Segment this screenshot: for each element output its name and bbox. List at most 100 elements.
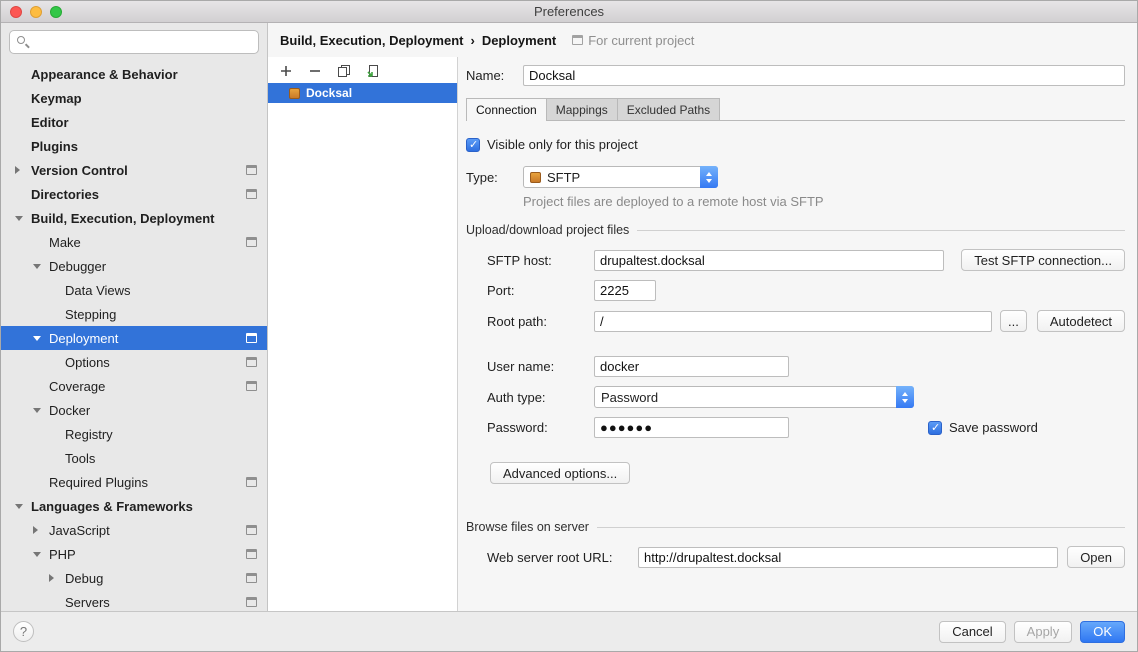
save-password-checkbox[interactable] — [928, 421, 942, 435]
cancel-button[interactable]: Cancel — [939, 621, 1005, 643]
window-title: Preferences — [534, 4, 604, 19]
chevron-down-icon[interactable] — [33, 264, 41, 269]
settings-search-input[interactable] — [9, 30, 259, 54]
sidebar-item-languages-frameworks[interactable]: Languages & Frameworks — [1, 494, 267, 518]
scope-indicator: For current project — [572, 33, 694, 48]
breadcrumb-separator: › — [463, 33, 481, 48]
test-sftp-connection-button[interactable]: Test SFTP connection... — [961, 249, 1125, 271]
visible-only-row: Visible only for this project — [466, 137, 1125, 152]
type-row: Type: SFTP — [466, 166, 1125, 188]
sidebar-item-make[interactable]: Make — [1, 230, 267, 254]
copy-button[interactable] — [336, 63, 352, 79]
chevron-down-icon[interactable] — [33, 552, 41, 557]
breadcrumb-part-1[interactable]: Build, Execution, Deployment — [280, 33, 463, 48]
search-field-wrap — [1, 23, 267, 60]
user-name-input[interactable] — [594, 356, 789, 377]
port-input[interactable] — [594, 280, 656, 301]
chevron-down-icon[interactable] — [15, 216, 23, 221]
titlebar: Preferences — [1, 1, 1137, 23]
project-scope-icon — [246, 357, 257, 367]
sidebar-item-plugins[interactable]: Plugins — [1, 134, 267, 158]
name-label: Name: — [466, 68, 523, 83]
upload-section-header: Upload/download project files — [466, 223, 1125, 237]
sidebar-item-keymap[interactable]: Keymap — [1, 86, 267, 110]
deployment-form: Name: Connection Mappings Excluded Paths… — [458, 57, 1137, 611]
chevron-down-icon[interactable] — [15, 504, 23, 509]
sidebar-item-build-execution-deployment[interactable]: Build, Execution, Deployment — [1, 206, 267, 230]
close-button[interactable] — [10, 6, 22, 18]
apply-button[interactable]: Apply — [1014, 621, 1073, 643]
sidebar-item-required-plugins[interactable]: Required Plugins — [1, 470, 267, 494]
ok-button[interactable]: OK — [1080, 621, 1125, 643]
sidebar-item-data-views[interactable]: Data Views — [1, 278, 267, 302]
sftp-host-input[interactable] — [594, 250, 944, 271]
tab-mappings[interactable]: Mappings — [546, 98, 618, 120]
server-name: Docksal — [306, 86, 352, 100]
project-scope-icon — [246, 237, 257, 247]
project-scope-icon — [246, 525, 257, 535]
tab-connection[interactable]: Connection — [466, 98, 547, 121]
connection-tab-content: Visible only for this project Type: SFTP… — [466, 121, 1125, 568]
advanced-options-button[interactable]: Advanced options... — [490, 462, 630, 484]
chevron-down-icon[interactable] — [33, 336, 41, 341]
chevron-right-icon[interactable] — [33, 526, 38, 534]
sidebar-item-version-control[interactable]: Version Control — [1, 158, 267, 182]
browse-section-header: Browse files on server — [466, 520, 1125, 534]
zoom-button[interactable] — [50, 6, 62, 18]
sidebar-item-directories[interactable]: Directories — [1, 182, 267, 206]
server-list-toolbar — [268, 57, 457, 83]
web-root-input[interactable] — [638, 547, 1058, 568]
type-select[interactable]: SFTP — [523, 166, 718, 188]
sidebar-item-coverage[interactable]: Coverage — [1, 374, 267, 398]
autodetect-button[interactable]: Autodetect — [1037, 310, 1125, 332]
sidebar-item-php[interactable]: PHP — [1, 542, 267, 566]
sidebar-item-tools[interactable]: Tools — [1, 446, 267, 470]
sidebar-item-deployment[interactable]: Deployment — [1, 326, 267, 350]
sidebar-item-options[interactable]: Options — [1, 350, 267, 374]
scope-label: For current project — [588, 33, 694, 48]
browse-root-path-button[interactable]: ... — [1000, 310, 1027, 332]
minimize-button[interactable] — [30, 6, 42, 18]
open-button[interactable]: Open — [1067, 546, 1125, 568]
sidebar-item-registry[interactable]: Registry — [1, 422, 267, 446]
tab-excluded-paths[interactable]: Excluded Paths — [617, 98, 720, 120]
type-value: SFTP — [547, 170, 580, 185]
project-scope-icon — [246, 549, 257, 559]
password-row: Password: Save password — [466, 417, 1125, 438]
settings-tabs: Connection Mappings Excluded Paths — [466, 98, 1125, 121]
chevron-right-icon[interactable] — [15, 166, 20, 174]
root-path-label: Root path: — [487, 314, 594, 329]
chevron-down-icon[interactable] — [33, 408, 41, 413]
user-name-label: User name: — [487, 359, 594, 374]
project-scope-icon — [246, 189, 257, 199]
auth-type-value: Password — [601, 390, 658, 405]
visible-only-checkbox[interactable] — [466, 138, 480, 152]
password-input[interactable] — [594, 417, 789, 438]
name-row: Name: — [466, 65, 1125, 86]
sidebar-item-debugger[interactable]: Debugger — [1, 254, 267, 278]
auth-type-select[interactable]: Password — [594, 386, 914, 408]
sidebar-item-servers[interactable]: Servers — [1, 590, 267, 611]
name-input[interactable] — [523, 65, 1125, 86]
settings-sidebar: Appearance & Behavior Keymap Editor Plug… — [1, 23, 268, 611]
port-label: Port: — [487, 283, 594, 298]
sftp-host-row: SFTP host: Test SFTP connection... — [466, 249, 1125, 271]
help-button[interactable]: ? — [13, 621, 34, 642]
add-button[interactable] — [278, 63, 294, 79]
type-label: Type: — [466, 170, 523, 185]
sidebar-item-appearance-behavior[interactable]: Appearance & Behavior — [1, 62, 267, 86]
sidebar-item-javascript[interactable]: JavaScript — [1, 518, 267, 542]
remove-button[interactable] — [307, 63, 323, 79]
import-config-button[interactable] — [365, 63, 381, 79]
preferences-window: Preferences Appearance & Behavior Keymap… — [0, 0, 1138, 652]
sidebar-item-stepping[interactable]: Stepping — [1, 302, 267, 326]
web-root-row: Web server root URL: Open — [466, 546, 1125, 568]
project-scope-icon — [246, 333, 257, 343]
password-label: Password: — [487, 420, 594, 435]
root-path-input[interactable] — [594, 311, 992, 332]
sidebar-item-editor[interactable]: Editor — [1, 110, 267, 134]
server-list-item[interactable]: Docksal — [268, 83, 457, 103]
sidebar-item-debug[interactable]: Debug — [1, 566, 267, 590]
chevron-right-icon[interactable] — [49, 574, 54, 582]
sidebar-item-docker[interactable]: Docker — [1, 398, 267, 422]
